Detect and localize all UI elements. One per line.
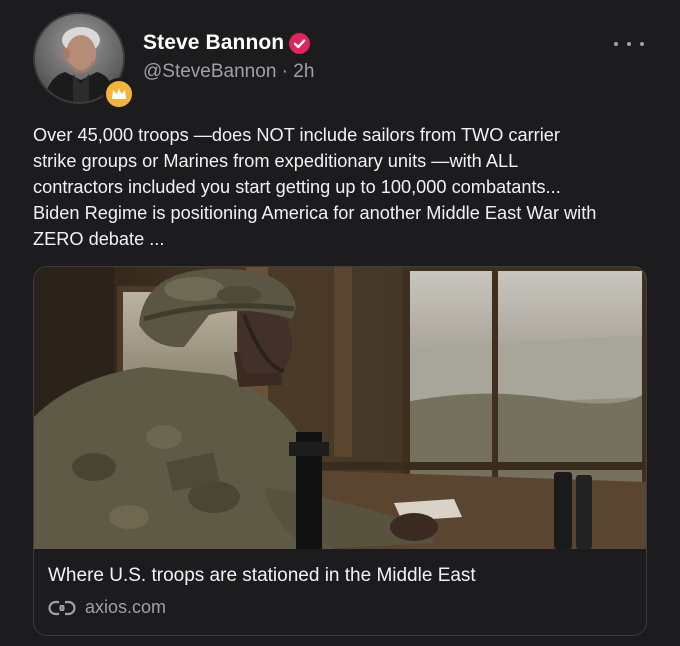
crown-icon (103, 78, 135, 110)
meta-separator: · (276, 61, 294, 82)
verified-check-icon (289, 33, 310, 54)
more-options-button[interactable] (614, 34, 644, 54)
link-preview-image[interactable] (34, 267, 646, 549)
author-meta: @SteveBannon · 2h (143, 61, 314, 83)
link-preview-domain[interactable]: axios.com (48, 597, 166, 618)
post-body-text: Over 45,000 troops —does NOT include sai… (33, 125, 597, 249)
link-icon (48, 599, 76, 616)
link-domain-text: axios.com (85, 597, 167, 617)
link-preview-card[interactable]: Where U.S. troops are stationed in the M… (33, 266, 647, 636)
author-handle[interactable]: @SteveBannon (143, 61, 276, 82)
more-options-icon-dot (640, 42, 644, 46)
author-display-name[interactable]: Steve Bannon (143, 31, 284, 55)
author-avatar-container[interactable] (33, 12, 135, 110)
link-preview-title[interactable]: Where U.S. troops are stationed in the M… (48, 565, 476, 587)
more-options-icon (614, 42, 618, 46)
more-options-icon-dot (627, 42, 631, 46)
post-timestamp[interactable]: 2h (293, 61, 314, 82)
